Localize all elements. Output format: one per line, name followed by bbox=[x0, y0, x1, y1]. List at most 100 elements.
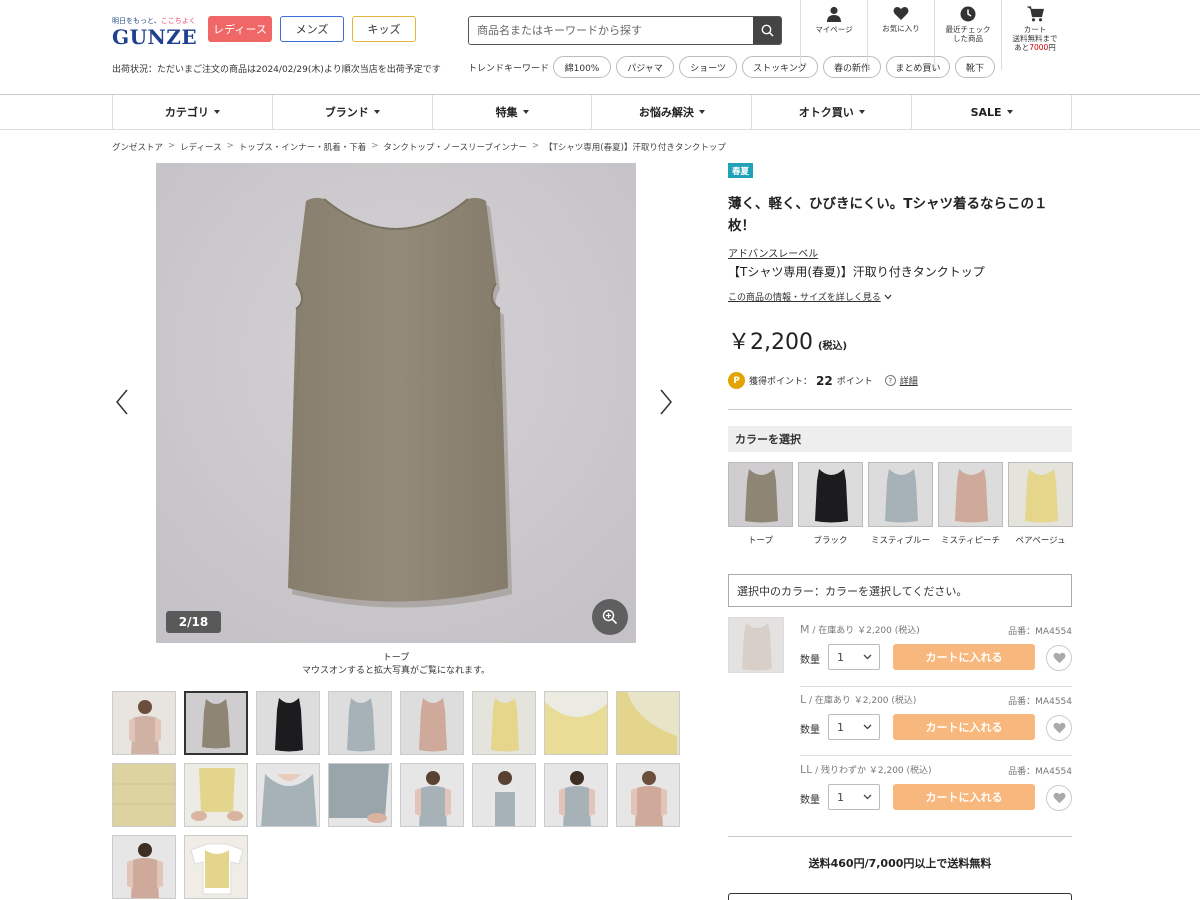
color-swatch-black[interactable]: ブラック bbox=[798, 462, 863, 546]
favorite-button[interactable] bbox=[1046, 715, 1072, 741]
thumbnail[interactable] bbox=[616, 763, 680, 827]
breadcrumb-separator: > bbox=[226, 141, 234, 151]
color-swatch-taupe[interactable]: トープ bbox=[728, 462, 793, 546]
breadcrumb-link[interactable]: トップス・インナー・肌着・下着 bbox=[239, 141, 367, 153]
search-icon bbox=[761, 24, 774, 37]
thumbnail[interactable] bbox=[328, 763, 392, 827]
heart-icon bbox=[1053, 652, 1065, 664]
color-swatch-misty-peach[interactable]: ミスティピーチ bbox=[938, 462, 1003, 546]
thumbnail[interactable] bbox=[112, 835, 176, 899]
thumbnail[interactable] bbox=[400, 691, 464, 755]
prev-image-button[interactable] bbox=[112, 388, 132, 416]
tab-kids[interactable]: キッズ bbox=[352, 16, 416, 42]
thumbnail[interactable] bbox=[112, 763, 176, 827]
thumbnail-selected[interactable] bbox=[184, 691, 248, 755]
thumbnail[interactable] bbox=[400, 763, 464, 827]
nav-solutions[interactable]: お悩み解決 bbox=[591, 95, 751, 129]
trend-tag[interactable]: パジャマ bbox=[616, 56, 674, 78]
tab-ladies[interactable]: レディース bbox=[208, 16, 272, 42]
favorite-button[interactable] bbox=[1046, 645, 1072, 671]
gunze-logo[interactable]: 明日をもっと、ここちよく GUNZE bbox=[112, 16, 197, 48]
divider bbox=[800, 755, 1072, 756]
quantity-select[interactable]: 1 bbox=[828, 784, 880, 810]
add-to-cart-button[interactable]: カートに入れる bbox=[893, 714, 1035, 740]
trend-tag[interactable]: 綿100% bbox=[553, 56, 611, 78]
nav-sale[interactable]: SALE bbox=[911, 95, 1072, 129]
cart-icon bbox=[1027, 6, 1044, 22]
main-product-image[interactable]: 2/18 bbox=[156, 163, 636, 643]
favorite-label: お気に入り bbox=[882, 24, 920, 33]
thumbnail[interactable] bbox=[544, 763, 608, 827]
thumbnail[interactable] bbox=[256, 763, 320, 827]
heart-icon bbox=[1053, 722, 1065, 734]
nav-feature[interactable]: 特集 bbox=[431, 95, 592, 129]
quantity-select[interactable]: 1 bbox=[828, 644, 880, 670]
caret-down-icon bbox=[213, 110, 220, 114]
next-image-button[interactable] bbox=[656, 388, 676, 416]
divider bbox=[728, 409, 1072, 410]
product-detail-link[interactable]: この商品の情報・サイズを詳しく見る bbox=[728, 290, 892, 303]
zoom-button[interactable] bbox=[592, 599, 628, 635]
thumbnail[interactable] bbox=[112, 691, 176, 755]
breadcrumb-link[interactable]: タンクトップ・ノースリーブインナー bbox=[383, 141, 527, 153]
recently-viewed-link[interactable]: 最近チェック した商品 bbox=[934, 0, 1001, 70]
divider bbox=[728, 836, 1072, 837]
image-caption: トープ マウスオンすると拡大写真がご覧になれます。 bbox=[156, 652, 636, 678]
help-icon[interactable]: ? bbox=[884, 375, 896, 386]
chevron-down-icon bbox=[863, 724, 872, 730]
thumbnail[interactable] bbox=[328, 691, 392, 755]
color-swatch-misty-blue[interactable]: ミスティブルー bbox=[868, 462, 933, 546]
caret-down-icon bbox=[1006, 110, 1013, 114]
trend-tag[interactable]: ショーツ bbox=[679, 56, 737, 78]
selected-color-display: 選択中のカラー：カラーを選択してください。 bbox=[728, 574, 1072, 607]
shipping-note: 送料460円/7,000円以上で送料無料 bbox=[808, 857, 992, 870]
nav-brand[interactable]: ブランド bbox=[271, 95, 432, 129]
favorite-link[interactable]: お気に入り bbox=[867, 0, 934, 70]
heart-icon bbox=[893, 6, 909, 20]
heart-icon bbox=[1053, 792, 1065, 804]
breadcrumb-separator: > bbox=[168, 141, 176, 151]
bottom-action-box[interactable] bbox=[728, 893, 1072, 900]
brand-link[interactable]: アドバンスレーベル bbox=[728, 245, 818, 260]
size-stock-info: M / 在庫あり ￥2,200 (税込) bbox=[800, 623, 920, 636]
cart-link[interactable]: カート 送料無料まで あと7000円 bbox=[1001, 0, 1068, 70]
points-detail-link[interactable]: 詳細 bbox=[900, 374, 918, 387]
breadcrumb-link[interactable]: グンゼストア bbox=[112, 141, 163, 153]
size-row-l: L / 在庫あり ￥2,200 (税込) 品番：MA4554 数量 1 カートに… bbox=[728, 687, 1072, 749]
thumbnail[interactable] bbox=[472, 691, 536, 755]
color-swatch-label: ペアベージュ bbox=[1015, 536, 1066, 546]
thumbnail[interactable] bbox=[184, 835, 248, 899]
color-swatch-label: トープ bbox=[748, 536, 773, 546]
size-row-m: M / 在庫あり ￥2,200 (税込) 品番：MA4554 数量 1 カートに… bbox=[728, 617, 1072, 679]
recently-viewed-label: 最近チェック した商品 bbox=[945, 25, 991, 43]
add-to-cart-button[interactable]: カートに入れる bbox=[893, 644, 1035, 670]
color-swatches: トープ ブラック ミスティブルー ミスティピーチ ペアベージュ bbox=[728, 462, 1073, 546]
thumbnail[interactable] bbox=[184, 763, 248, 827]
thumbnail[interactable] bbox=[616, 691, 680, 755]
nav-deals[interactable]: オトク買い bbox=[751, 95, 911, 129]
points-unit: ポイント bbox=[836, 377, 873, 387]
trend-keyword-label: トレンドキーワード bbox=[468, 64, 550, 74]
add-to-cart-button[interactable]: カートに入れる bbox=[893, 784, 1035, 810]
caret-down-icon bbox=[373, 110, 380, 114]
points-icon: P bbox=[728, 372, 745, 389]
nav-category[interactable]: カテゴリ bbox=[112, 95, 272, 129]
favorite-button[interactable] bbox=[1046, 785, 1072, 811]
mypage-link[interactable]: マイページ bbox=[800, 0, 867, 70]
tab-mens[interactable]: メンズ bbox=[280, 16, 344, 42]
breadcrumb-current: 【Tシャツ専用(春夏)】汗取り付きタンクトップ bbox=[544, 143, 726, 153]
chevron-down-icon bbox=[863, 794, 872, 800]
thumbnail-grid bbox=[112, 691, 680, 899]
quantity-select[interactable]: 1 bbox=[828, 714, 880, 740]
thumbnail[interactable] bbox=[256, 691, 320, 755]
points-label: 獲得ポイント： bbox=[749, 377, 813, 387]
search-input[interactable] bbox=[469, 17, 753, 44]
breadcrumb-separator: > bbox=[531, 141, 540, 151]
cart-label: カート 送料無料まで あと7000円 bbox=[1012, 25, 1058, 52]
thumbnail[interactable] bbox=[472, 763, 536, 827]
thumbnail[interactable] bbox=[544, 691, 608, 755]
chevron-down-icon bbox=[863, 654, 872, 660]
breadcrumb-link[interactable]: レディース bbox=[180, 141, 221, 153]
color-swatch-pear-beige[interactable]: ペアベージュ bbox=[1008, 462, 1073, 546]
search-button[interactable] bbox=[753, 17, 781, 44]
